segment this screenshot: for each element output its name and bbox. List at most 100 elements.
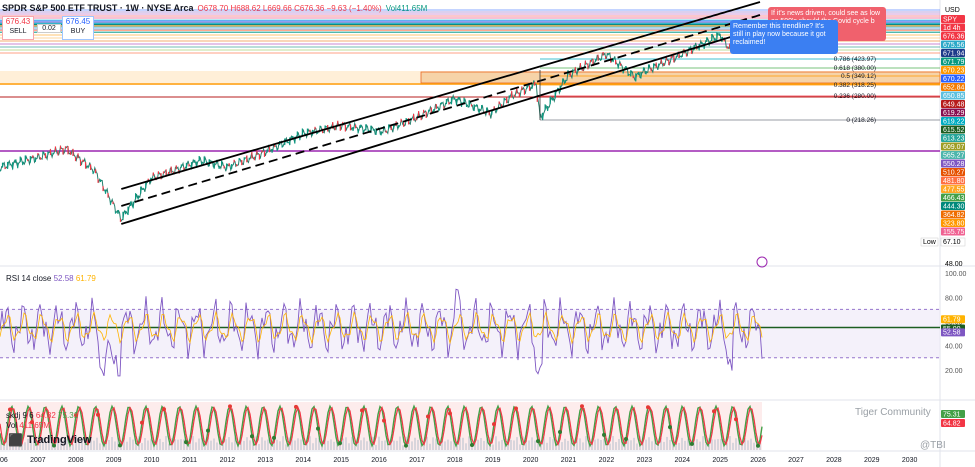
rsi-value: 52.58 xyxy=(53,274,74,283)
candle xyxy=(465,104,468,107)
candle xyxy=(112,201,114,205)
stoch-dot xyxy=(448,411,452,416)
candle xyxy=(481,105,483,109)
price-badge-text: 671.79 xyxy=(943,59,965,66)
volume-bar xyxy=(429,443,431,450)
candle xyxy=(718,33,720,36)
candle xyxy=(506,97,508,104)
volume-bar xyxy=(615,442,617,450)
candle xyxy=(360,124,362,129)
candle xyxy=(675,55,677,58)
stoch-dot xyxy=(316,426,320,431)
stoch-dot xyxy=(404,443,408,448)
annotation-blue[interactable]: Remember this trendline? It's still in p… xyxy=(730,20,838,54)
candle xyxy=(478,108,480,114)
chart-header: SPDR S&P 500 ETF TRUST · 1W · NYSE Arca … xyxy=(2,2,427,14)
fib-label: 0.786 (423.97) xyxy=(834,56,876,63)
candle xyxy=(268,146,271,153)
volume-bar xyxy=(546,442,548,450)
candle xyxy=(443,106,445,109)
volume-bar xyxy=(111,437,113,450)
candle xyxy=(521,86,523,91)
time-tick: 2017 xyxy=(409,457,425,464)
candle xyxy=(438,108,440,112)
candle xyxy=(352,127,354,132)
low-label: Low xyxy=(923,239,937,246)
volume-bar xyxy=(561,442,563,450)
candle xyxy=(637,71,639,76)
stoch-dot xyxy=(162,407,166,412)
candle xyxy=(92,171,94,175)
candle xyxy=(388,124,390,129)
candle xyxy=(365,124,367,131)
volume-bar xyxy=(249,440,251,450)
candle xyxy=(711,34,713,42)
time-tick: 2011 xyxy=(182,457,197,464)
candle xyxy=(1,162,4,168)
chart-canvas[interactable]: 0.786 (423.97) 0.618 (380.00)0.5 (349.12)… xyxy=(0,0,975,467)
watermark-handle: @TBI xyxy=(920,440,946,451)
candle xyxy=(690,50,693,54)
time-tick: 2022 xyxy=(599,457,615,464)
candle xyxy=(74,156,77,162)
volume-bar xyxy=(582,442,584,450)
fib-label: 0.236 (280.00) xyxy=(834,93,876,100)
candle xyxy=(645,70,647,75)
price-badge-text: 550.28 xyxy=(943,161,965,168)
candle xyxy=(607,53,609,56)
candle xyxy=(188,163,190,167)
volume-bar xyxy=(564,438,566,450)
candle xyxy=(640,71,642,79)
symbol-title[interactable]: SPDR S&P 500 ETF TRUST · 1W · NYSE Arca xyxy=(2,3,194,13)
volume-bar xyxy=(396,440,398,450)
volume-bar xyxy=(216,442,218,450)
volume-bar xyxy=(378,436,380,450)
time-tick: 2021 xyxy=(561,457,577,464)
stoch-dot xyxy=(184,440,188,445)
volume-bar xyxy=(669,439,671,450)
sell-button[interactable]: 676.43 SELL xyxy=(2,16,34,40)
stoch-dot xyxy=(294,404,298,409)
candle xyxy=(69,151,72,155)
candle xyxy=(77,153,79,159)
candle xyxy=(281,145,283,148)
candle xyxy=(79,159,82,166)
volume-bar xyxy=(597,438,599,450)
candle xyxy=(238,158,240,161)
volume-bar xyxy=(381,440,383,450)
candle xyxy=(706,37,708,42)
tradingview-logo[interactable]: ⬛ TradingView xyxy=(8,433,92,447)
stoch-dot xyxy=(624,437,628,442)
candle xyxy=(218,165,220,169)
candle xyxy=(380,131,382,136)
channel-lower xyxy=(121,27,761,225)
sell-label: SELL xyxy=(9,28,27,35)
candle xyxy=(198,155,200,162)
volume-bar xyxy=(567,440,569,450)
volume-bar xyxy=(462,437,464,450)
price-badge-text: 670.23 xyxy=(943,67,965,74)
volume-bar xyxy=(315,437,317,450)
candle xyxy=(716,32,718,41)
candle xyxy=(597,54,599,61)
volume-bar xyxy=(96,437,98,450)
time-tick: 2015 xyxy=(333,457,349,464)
time-tick: 2023 xyxy=(637,457,653,464)
candle xyxy=(349,124,352,131)
fib-label: 0.5 (349.12) xyxy=(841,73,876,80)
buy-button[interactable]: 676.45 BUY xyxy=(62,16,94,40)
candle xyxy=(398,125,400,128)
time-tick: 2018 xyxy=(447,457,463,464)
price-badge-text: 619.29 xyxy=(943,110,965,117)
candle xyxy=(19,156,21,163)
candle xyxy=(12,162,14,170)
volume-bar xyxy=(648,437,650,450)
time-tick: 2016 xyxy=(371,457,387,464)
stoch-dot xyxy=(690,441,694,446)
volume-bar xyxy=(195,442,197,450)
candle xyxy=(62,147,64,155)
volume-bar xyxy=(483,440,485,450)
price-badge-text: 670.22 xyxy=(943,76,965,83)
candle xyxy=(653,63,655,68)
candle xyxy=(498,101,500,105)
